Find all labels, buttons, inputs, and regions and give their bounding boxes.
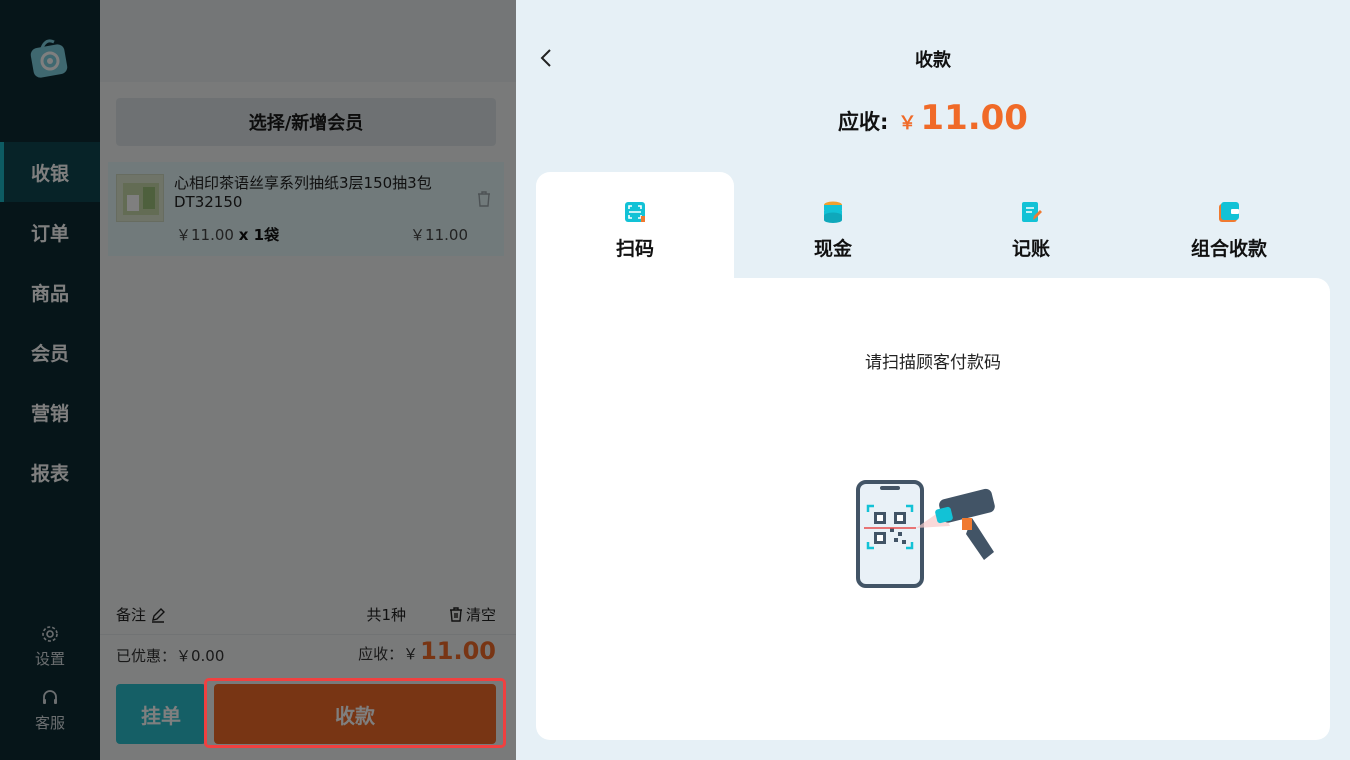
scan-prompt: 请扫描顾客付款码 — [865, 353, 1001, 373]
tab-combined-payment[interactable]: 组合收款 — [1130, 172, 1328, 278]
nav-item-reports[interactable]: 报表 — [0, 442, 100, 502]
headset-icon — [43, 690, 57, 704]
clear-cart-button[interactable]: 清空 — [448, 604, 496, 625]
tab-cash[interactable]: 现金 — [734, 172, 932, 278]
select-member-button[interactable]: 选择/新增会员 — [116, 98, 496, 146]
settings-label: 设置 — [34, 650, 65, 668]
order-header-area — [100, 0, 516, 82]
receivable-amount: 11.00 — [420, 637, 496, 665]
remark-row: 备注 共1种 清空 — [116, 604, 496, 626]
sidebar: 收银 订单 商品 会员 营销 报表 设置 客服 — [0, 0, 100, 760]
product-thumbnail — [116, 174, 164, 222]
item-unit-price: ￥11.00 x 1袋 — [176, 226, 280, 244]
coins-icon — [824, 201, 842, 223]
nav-item-cashier[interactable]: 收银 — [0, 142, 100, 202]
hold-order-button[interactable]: 挂单 — [116, 684, 206, 744]
item-count: 共1种 — [366, 606, 406, 624]
support-label: 客服 — [34, 714, 65, 732]
item-quantity: x 1袋 — [238, 226, 280, 244]
receivable-total: 应收：￥ 11.00 — [358, 637, 496, 665]
nav-item-orders[interactable]: 订单 — [0, 202, 100, 262]
amount-due-value: 11.00 — [920, 98, 1028, 138]
tab-ledger[interactable]: 记账 — [932, 172, 1130, 278]
amount-due: 应收: ￥ 11.00 — [516, 98, 1350, 138]
checkout-highlight — [204, 678, 506, 748]
edit-icon — [152, 607, 166, 623]
amount-due-label: 应收: — [838, 110, 889, 134]
item-name: 心相印茶语丝享系列抽纸3层150抽3包DT32150 — [174, 174, 432, 211]
item-subtotal: ￥11.00 — [410, 226, 468, 244]
tab-scan[interactable]: 扫码 — [536, 172, 734, 278]
cart-item[interactable]: 心相印茶语丝享系列抽纸3层150抽3包DT32150 ￥11.00 x 1袋 ￥… — [108, 162, 504, 256]
nav-item-products[interactable]: 商品 — [0, 262, 100, 322]
order-panel: 选择/新增会员 心相印茶语丝享系列抽纸3层150抽3包DT32150 ￥11.0… — [100, 0, 516, 760]
ledger-icon — [1022, 202, 1042, 222]
gear-icon — [42, 626, 58, 642]
delete-item-icon[interactable] — [476, 190, 492, 212]
barcode-scanner-illustration — [854, 478, 1014, 593]
totals-row: 已优惠：￥0.00 应收：￥ 11.00 — [100, 634, 516, 676]
currency-symbol: ￥ — [898, 113, 917, 134]
scan-content-card: 请扫描顾客付款码 — [536, 278, 1330, 740]
settings-button[interactable]: 设置 — [0, 624, 100, 669]
payment-title: 收款 — [915, 50, 951, 71]
scan-icon — [625, 202, 645, 222]
wallet-icon — [1219, 202, 1239, 222]
remark-button[interactable]: 备注 — [116, 604, 166, 625]
nav-item-members[interactable]: 会员 — [0, 322, 100, 382]
discount-text: 已优惠：￥0.00 — [116, 647, 225, 665]
nav-item-marketing[interactable]: 营销 — [0, 382, 100, 442]
payment-panel: 收款 应收: ￥ 11.00 扫码 现金 记账 组合收款 请扫描顾客付款码 — [516, 0, 1350, 760]
trash-icon — [449, 607, 462, 622]
logo-icon — [28, 36, 72, 80]
support-button[interactable]: 客服 — [0, 688, 100, 733]
